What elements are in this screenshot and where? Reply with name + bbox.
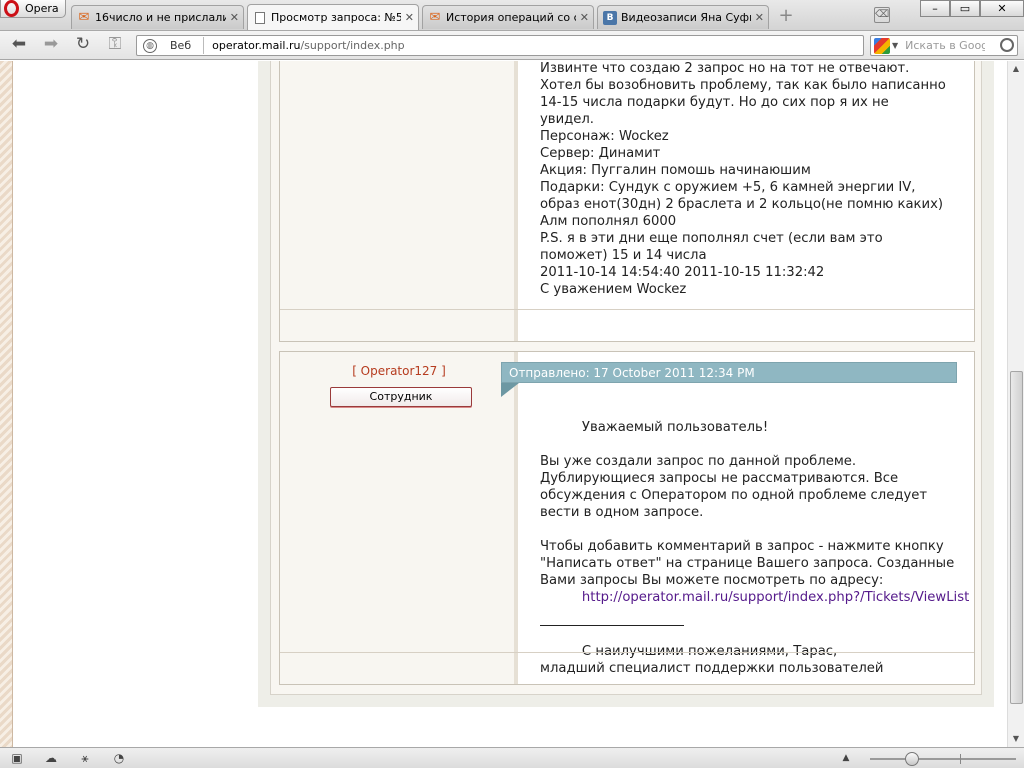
- key-icon[interactable]: ⚿: [104, 35, 126, 55]
- back-button[interactable]: ⬅: [8, 35, 30, 55]
- tab-mailru-topic[interactable]: ✉ 16число и не прислали ... ✕: [71, 5, 244, 29]
- search-field[interactable]: ▼ Искать в Googl: [870, 35, 1018, 56]
- google-icon[interactable]: [874, 37, 890, 54]
- close-icon[interactable]: ✕: [405, 11, 414, 24]
- post-footer-divider: [280, 652, 974, 653]
- close-icon[interactable]: ✕: [755, 11, 764, 24]
- post-date-arrow: [501, 383, 519, 397]
- speed-dial-icon[interactable]: ◔: [111, 751, 127, 765]
- post-sent-date: Отправлено: 17 October 2011 12:34 PM: [501, 362, 957, 383]
- url-domain: operator.mail.ru: [212, 39, 301, 52]
- vk-icon: B: [602, 10, 618, 26]
- address-web-label: Веб: [170, 39, 192, 52]
- reload-button[interactable]: ↻: [72, 35, 94, 55]
- reply-text: Уважаемый пользователь! Вы уже создали з…: [540, 420, 955, 588]
- post-message: Извинте что создаю 2 запрос но на тот не…: [540, 61, 946, 297]
- scrollbar-thumb[interactable]: [1010, 371, 1023, 704]
- ticket-post-user: Извинте что создаю 2 запрос но на тот не…: [279, 61, 975, 342]
- post-author-column: [ Operator127 ] Сотрудник: [280, 352, 518, 684]
- chevron-down-icon[interactable]: ▼: [892, 41, 898, 50]
- zoom-slider-track[interactable]: [870, 758, 1016, 760]
- staff-role-badge: Сотрудник: [330, 387, 472, 407]
- mailru-icon: ✉: [78, 10, 90, 25]
- post-author-column: [280, 61, 518, 341]
- ticket-thread: Извинте что создаю 2 запрос но на тот не…: [270, 61, 982, 695]
- closed-tabs-trash-icon[interactable]: ⌫: [874, 7, 890, 23]
- ticket-post-operator: [ Operator127 ] Сотрудник Отправлено: 17…: [279, 351, 975, 685]
- scroll-down-arrow-icon[interactable]: ▼: [1008, 731, 1024, 747]
- tab-label: Просмотр запроса: №5...: [271, 11, 401, 24]
- page-left-border: [0, 61, 13, 747]
- share-icon[interactable]: ⚹: [77, 751, 93, 765]
- zoom-menu-arrow-icon[interactable]: ▲: [838, 751, 854, 765]
- address-separator: [203, 37, 205, 54]
- search-input[interactable]: Искать в Googl: [905, 39, 985, 52]
- tab-vk-videos[interactable]: B Видеозаписи Яна Суфи... ✕: [597, 5, 769, 29]
- tab-ticket-view[interactable]: Просмотр запроса: №5... ✕: [247, 4, 419, 30]
- url-path: /support/index.php: [300, 39, 405, 52]
- post-author-name[interactable]: [ Operator127 ]: [280, 364, 518, 378]
- reply-signature: С наилучшими пожеланиями, Тарас, младший…: [540, 644, 884, 676]
- vertical-scrollbar[interactable]: ▲ ▼: [1007, 61, 1024, 747]
- maximize-button[interactable]: ▭: [950, 0, 980, 17]
- globe-icon: ◍: [143, 38, 157, 53]
- post-message: Уважаемый пользователь! Вы уже создали з…: [540, 402, 974, 694]
- tickets-viewlist-link[interactable]: http://operator.mail.ru/support/index.ph…: [582, 590, 969, 605]
- search-icon[interactable]: [1000, 38, 1014, 52]
- mailru-icon: ✉: [429, 10, 441, 25]
- close-window-button[interactable]: ✕: [980, 0, 1024, 17]
- scroll-up-arrow-icon[interactable]: ▲: [1008, 61, 1024, 77]
- navigation-toolbar: ⬅ ➡ ↻ ⚿ ◍ Веб operator.mail.ru/support/i…: [0, 31, 1024, 60]
- ticket-container: Извинте что создаю 2 запрос но на тот не…: [258, 61, 994, 707]
- close-icon[interactable]: ✕: [580, 11, 589, 24]
- tab-operations-history[interactable]: ✉ История операций со с... ✕: [422, 5, 594, 29]
- tab-label: Видеозаписи Яна Суфи...: [621, 11, 751, 24]
- forward-button[interactable]: ➡: [40, 35, 62, 55]
- page-viewport: Извинте что создаю 2 запрос но на тот не…: [0, 61, 1007, 747]
- status-bar: ▣ ☁ ⚹ ◔ ▲: [0, 747, 1024, 768]
- tab-strip: Opera ✉ 16число и не прислали ... ✕ Прос…: [0, 0, 1024, 31]
- signature-divider: [540, 625, 684, 626]
- new-tab-button[interactable]: +: [777, 7, 795, 26]
- address-bar[interactable]: ◍ Веб operator.mail.ru/support/index.php: [136, 35, 864, 56]
- turbo-cloud-icon[interactable]: ☁: [43, 751, 59, 765]
- minimize-button[interactable]: –: [920, 0, 950, 17]
- window-controls: – ▭ ✕: [920, 0, 1024, 17]
- address-url[interactable]: operator.mail.ru/support/index.php: [212, 39, 405, 52]
- tab-label: 16число и не прислали ...: [95, 11, 226, 24]
- opera-menu-label: Opera: [25, 2, 59, 15]
- opera-menu-button[interactable]: Opera: [0, 0, 66, 18]
- tab-label: История операций со с...: [446, 11, 576, 24]
- zoom-slider-knob[interactable]: [905, 752, 919, 766]
- page-icon: [252, 10, 268, 26]
- post-footer-divider: [280, 309, 974, 310]
- zoom-slider-center-mark: [960, 754, 961, 764]
- panel-toggle-icon[interactable]: ▣: [9, 751, 25, 765]
- opera-logo-icon: [4, 0, 19, 17]
- close-icon[interactable]: ✕: [230, 11, 239, 24]
